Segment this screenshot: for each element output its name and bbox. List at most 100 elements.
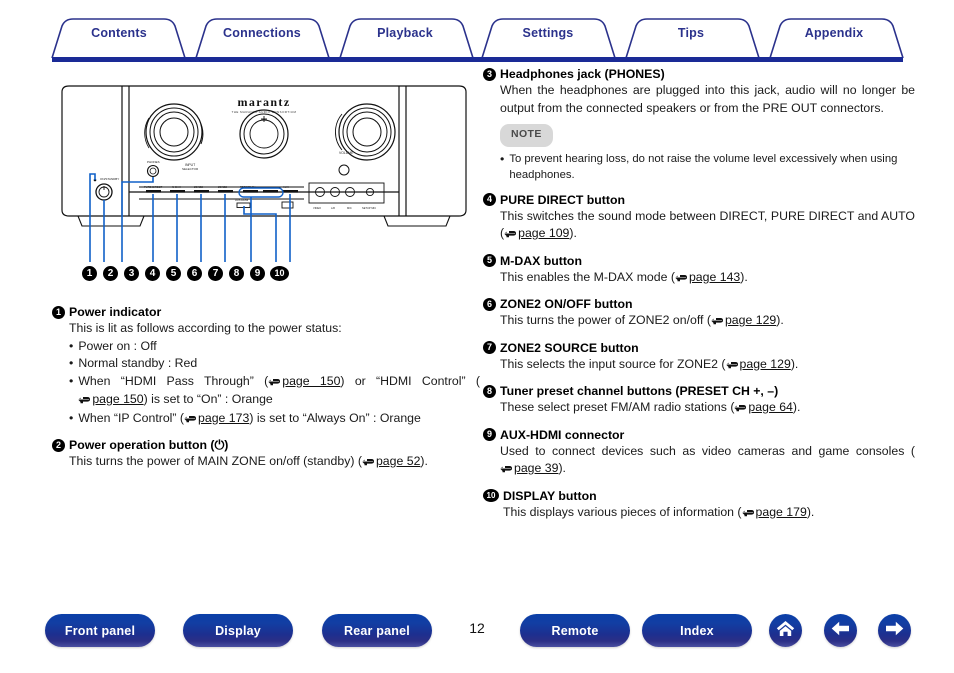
ip-post: ) is set to “Always On” : Orange	[249, 410, 421, 425]
tab-connections[interactable]: Connections	[223, 26, 301, 40]
item-headphones-body: When the headphones are plugged into thi…	[500, 82, 915, 183]
page-ref-109[interactable]: page 109	[504, 226, 569, 240]
pure-direct-text: This switches the sound mode between DIR…	[500, 208, 915, 244]
callout-10: 10	[270, 266, 289, 281]
page-ref-129a-link[interactable]: page 129	[725, 313, 776, 327]
footer-nav-bar: Front panel Display Rear panel 12 Remote…	[0, 614, 954, 654]
bullet-normal-standby-text: Normal standby : Red	[78, 356, 198, 370]
page-ref-150b-link[interactable]: page 150	[92, 392, 143, 406]
tab-settings[interactable]: Settings	[523, 26, 574, 40]
page-ref-173[interactable]: page 173	[184, 411, 249, 425]
page-ref-129a[interactable]: page 129	[711, 313, 776, 327]
top-tab-bar: Contents Connections Playback Settings T…	[0, 0, 954, 62]
display-text: This displays various pieces of informat…	[503, 504, 915, 523]
note-bullet-text: To prevent hearing loss, do not raise th…	[509, 152, 898, 181]
power-operation-text: This turns the power of MAIN ZONE on/off…	[69, 453, 480, 472]
forward-button[interactable]	[878, 614, 911, 647]
bullet-dot-icon: •	[69, 356, 74, 370]
page-ref-52[interactable]: page 52	[362, 454, 420, 468]
page-ref-39[interactable]: page 39	[500, 461, 558, 475]
page-number: 12	[469, 620, 485, 636]
hdmi-post: ) is set to “On” : Orange	[143, 392, 273, 406]
power-indicator-intro: This is lit as follows according to the …	[69, 321, 342, 335]
index-button[interactable]: Index	[642, 614, 752, 647]
bullet-dot-icon: •	[69, 410, 74, 425]
front-panel-button[interactable]: Front panel	[45, 614, 155, 647]
bullet-hdmi-pass-through: • When “HDMI Pass Through” (page 150) or…	[69, 373, 480, 410]
tab-underline	[52, 57, 903, 62]
rear-panel-button[interactable]: Rear panel	[322, 614, 432, 647]
svg-text:AUX: AUX	[283, 185, 289, 189]
right-column: 3 Headphones jack (PHONES) When the head…	[483, 66, 915, 522]
callout-8: 8	[229, 266, 244, 281]
tab-contents[interactable]: Contents	[91, 26, 147, 40]
hdmi-pre: When “HDMI Pass Through” (	[78, 373, 269, 388]
page-ref-129b[interactable]: page 129	[726, 357, 791, 371]
item-power-indicator: 1 Power indicator This is lit as follows…	[52, 304, 480, 428]
item-number-4: 4	[483, 193, 496, 206]
page-ref-143[interactable]: page 143	[675, 270, 740, 284]
callout-5: 5	[166, 266, 181, 281]
page-ref-173-link[interactable]: page 173	[198, 411, 249, 425]
page-ref-64[interactable]: page 64	[734, 400, 793, 414]
page-ref-150a-link[interactable]: page 150	[282, 374, 340, 388]
zone2-onoff-text: This turns the power of ZONE2 on/off ( pa…	[500, 312, 915, 331]
remote-button[interactable]: Remote	[520, 614, 630, 647]
svg-text:ZONE2: ZONE2	[218, 185, 227, 189]
page-ref-39-link[interactable]: page 39	[514, 461, 558, 475]
tab-playback[interactable]: Playback	[377, 26, 433, 40]
callout-7: 7	[208, 266, 223, 281]
svg-text:VIDEO: VIDEO	[313, 206, 321, 210]
svg-text:AUX-HDMI: AUX-HDMI	[235, 198, 249, 202]
page-ref-64-link[interactable]: page 64	[748, 400, 792, 414]
svg-text:L/R: L/R	[331, 206, 335, 210]
back-button[interactable]	[824, 614, 857, 647]
page-ref-52-link[interactable]: page 52	[376, 454, 420, 468]
md-pre: This enables the M-DAX mode (	[500, 269, 675, 284]
item-mdax-heading: 5 M-DAX button	[483, 253, 915, 269]
aux-hdmi-text: Used to connect devices such as video ca…	[500, 443, 915, 479]
item-number-5: 5	[483, 254, 496, 267]
item-number-8: 8	[483, 384, 496, 398]
svg-text:ZONE2: ZONE2	[194, 185, 203, 189]
home-button[interactable]	[769, 614, 802, 647]
item-power-operation-heading: 2 Power operation button (⏻)	[52, 437, 480, 453]
pd-post: ).	[569, 226, 577, 240]
callout-6: 6	[187, 266, 202, 281]
item-zone2-source-body: This selects the input source for ZONE2 …	[500, 356, 915, 375]
item-zone2-source-title: ZONE2 SOURCE button	[500, 340, 639, 355]
page-ref-150b[interactable]: page 150	[78, 392, 144, 406]
tab-appendix[interactable]: Appendix	[805, 26, 864, 40]
ax-pre: Used to connect devices such as video ca…	[500, 443, 915, 458]
note-badge: NOTE	[500, 124, 553, 147]
brand-logo: marantz THE MARANTZ AUDIO CONSORTIUM	[232, 95, 296, 114]
tab-tips[interactable]: Tips	[678, 26, 704, 40]
md-post: ).	[740, 269, 748, 284]
svg-text:marantz: marantz	[237, 95, 290, 109]
display-button[interactable]: Display	[183, 614, 293, 647]
page-ref-109-link[interactable]: page 109	[518, 226, 569, 240]
item-mdax-body: This enables the M-DAX mode ( page 143).	[500, 269, 915, 288]
ax-post: ).	[558, 461, 566, 475]
page-ref-150a[interactable]: page 150	[268, 374, 340, 388]
item-aux-hdmi-heading: 9 AUX-HDMI connector	[483, 427, 915, 443]
item-zone2-source-heading: 7 ZONE2 SOURCE button	[483, 340, 915, 356]
item-tuner-preset-buttons: 8 Tuner preset channel buttons (PRESET C…	[483, 383, 915, 418]
item-tuner-preset-title: Tuner preset channel buttons (PRESET CH …	[500, 384, 779, 398]
page-ref-129b-link[interactable]: page 129	[740, 357, 791, 371]
item-pure-direct-body: This switches the sound mode between DIR…	[500, 208, 915, 244]
z1-pre: This turns the power of ZONE2 on/off (	[500, 313, 711, 327]
item-number-10: 10	[483, 489, 499, 502]
item-headphones-title: Headphones jack (PHONES)	[500, 67, 665, 81]
bullet-hdmi-text: When “HDMI Pass Through” (page 150) or “…	[78, 373, 480, 410]
item-power-indicator-body: This is lit as follows according to the …	[69, 320, 480, 428]
page-ref-179-link[interactable]: page 179	[756, 505, 807, 519]
pointing-hand-icon	[78, 392, 91, 410]
page-ref-179[interactable]: page 179	[742, 505, 807, 519]
item-zone2-onoff-body: This turns the power of ZONE2 on/off ( pa…	[500, 312, 915, 331]
item-number-7: 7	[483, 341, 496, 354]
z2-pre: This selects the input source for ZONE2 …	[500, 356, 726, 371]
item-zone2-source-button: 7 ZONE2 SOURCE button This selects the i…	[483, 340, 915, 375]
page-ref-143-link[interactable]: page 143	[689, 270, 740, 284]
dp-pre: This displays various pieces of informat…	[503, 504, 742, 519]
